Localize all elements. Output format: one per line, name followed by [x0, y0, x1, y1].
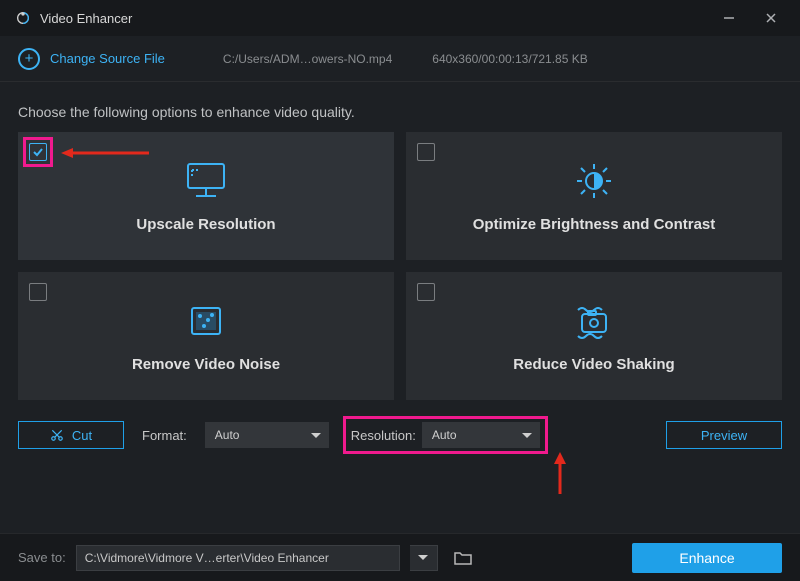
- option-upscale-resolution[interactable]: Upscale Resolution: [18, 132, 394, 260]
- change-source-button[interactable]: + Change Source File: [18, 48, 165, 70]
- cut-label: Cut: [72, 428, 92, 443]
- annotation-arrow-resolution: [552, 452, 568, 499]
- titlebar: Video Enhancer: [0, 0, 800, 36]
- checkbox-shaking[interactable]: [417, 283, 435, 301]
- save-path-field[interactable]: C:\Vidmore\Vidmore V…erter\Video Enhance…: [76, 545, 400, 571]
- change-source-label: Change Source File: [50, 51, 165, 66]
- source-file-path: C:/Users/ADM…owers-NO.mp4: [223, 52, 392, 66]
- app-icon: [14, 9, 32, 27]
- preview-label: Preview: [701, 428, 747, 443]
- enhance-label: Enhance: [679, 550, 734, 566]
- chevron-down-icon: [311, 433, 321, 438]
- option-optimize-brightness[interactable]: Optimize Brightness and Contrast: [406, 132, 782, 260]
- annotation-arrow-checkbox: [61, 146, 151, 163]
- checkbox-upscale[interactable]: [29, 143, 47, 161]
- resolution-value: Auto: [432, 428, 457, 442]
- format-select[interactable]: Auto: [205, 422, 329, 448]
- option-label: Optimize Brightness and Contrast: [473, 216, 716, 233]
- option-remove-noise[interactable]: Remove Video Noise: [18, 272, 394, 400]
- format-value: Auto: [215, 428, 240, 442]
- checkbox-noise[interactable]: [29, 283, 47, 301]
- option-reduce-shaking[interactable]: Reduce Video Shaking: [406, 272, 782, 400]
- close-button[interactable]: [750, 0, 792, 36]
- preview-button[interactable]: Preview: [666, 421, 782, 449]
- monitor-icon: [182, 160, 230, 202]
- source-file-info: 640x360/00:00:13/721.85 KB: [432, 52, 587, 66]
- plus-circle-icon: +: [18, 48, 40, 70]
- resolution-select[interactable]: Auto: [422, 422, 540, 448]
- camera-shake-icon: [570, 300, 618, 342]
- resolution-label: Resolution:: [351, 428, 416, 443]
- resolution-group: Resolution: Auto: [347, 420, 544, 450]
- options-grid: Upscale Resolution: [0, 132, 800, 400]
- enhance-button[interactable]: Enhance: [632, 543, 782, 573]
- app-title: Video Enhancer: [40, 11, 132, 26]
- save-to-label: Save to:: [18, 550, 66, 565]
- option-label: Remove Video Noise: [132, 356, 280, 373]
- option-label: Reduce Video Shaking: [513, 356, 674, 373]
- brightness-icon: [570, 160, 618, 202]
- chevron-down-icon: [522, 433, 532, 438]
- controls-row: Cut Format: Auto Resolution: Auto Previe…: [0, 420, 800, 450]
- noise-icon: [182, 300, 230, 342]
- footer: Save to: C:\Vidmore\Vidmore V…erter\Vide…: [0, 533, 800, 581]
- cut-button[interactable]: Cut: [18, 421, 124, 449]
- chevron-down-icon: [418, 555, 428, 560]
- save-path-value: C:\Vidmore\Vidmore V…erter\Video Enhance…: [85, 551, 329, 565]
- open-folder-button[interactable]: [452, 549, 474, 567]
- format-label: Format:: [142, 428, 187, 443]
- option-label: Upscale Resolution: [136, 216, 275, 233]
- header-row: + Change Source File C:/Users/ADM…owers-…: [0, 36, 800, 82]
- instruction-text: Choose the following options to enhance …: [0, 82, 800, 132]
- minimize-button[interactable]: [708, 0, 750, 36]
- save-path-dropdown[interactable]: [410, 545, 438, 571]
- checkbox-brightness[interactable]: [417, 143, 435, 161]
